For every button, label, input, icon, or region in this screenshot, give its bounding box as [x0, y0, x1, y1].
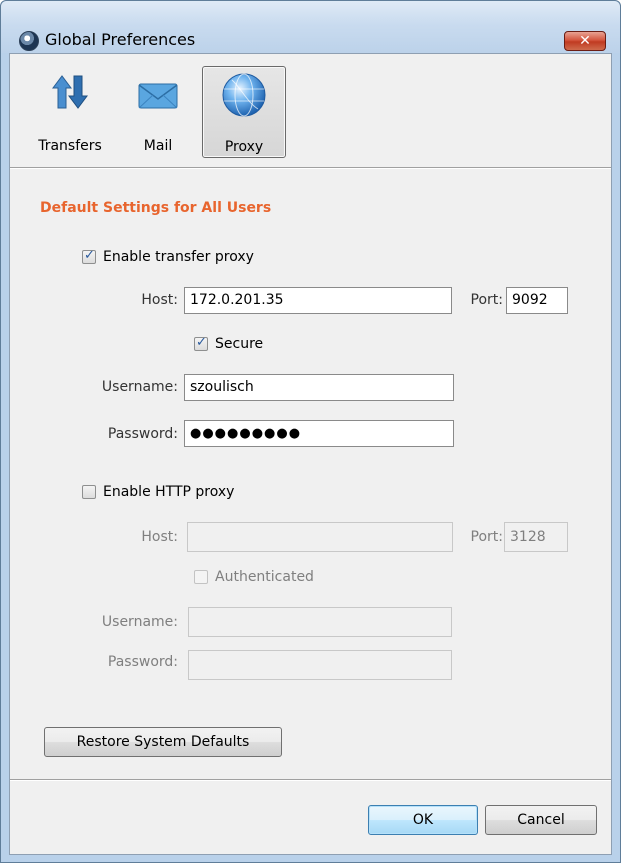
- tab-transfers[interactable]: Transfers: [28, 66, 112, 158]
- http-username-field[interactable]: [188, 607, 452, 637]
- enable-transfer-proxy-label: Enable transfer proxy: [103, 249, 254, 265]
- close-button[interactable]: ✕: [564, 31, 606, 51]
- tab-proxy-label: Proxy: [224, 139, 264, 155]
- tab-proxy[interactable]: Proxy: [202, 66, 286, 158]
- authenticated-checkbox[interactable]: [194, 570, 208, 584]
- tab-transfers-label: Transfers: [38, 138, 102, 154]
- tab-mail-label: Mail: [143, 138, 173, 154]
- transfer-host-field[interactable]: 172.0.201.35: [184, 287, 452, 314]
- transfer-port-label: Port:: [470, 292, 503, 308]
- preferences-toolbar: Transfers Mail Proxy: [10, 54, 611, 167]
- authenticated-row[interactable]: Authenticated: [194, 569, 314, 585]
- secure-row[interactable]: Secure: [194, 335, 264, 352]
- transfer-username-field[interactable]: szoulisch: [184, 374, 454, 401]
- window-title: Global Preferences: [45, 30, 196, 49]
- secure-checkbox[interactable]: [194, 335, 208, 351]
- close-icon: ✕: [579, 33, 591, 49]
- tab-mail[interactable]: Mail: [118, 66, 198, 158]
- globe-icon: [222, 73, 266, 117]
- ok-button[interactable]: OK: [368, 805, 478, 835]
- http-password-label: Password:: [107, 654, 178, 670]
- transfer-arrows-icon: [52, 75, 88, 109]
- app-icon: [19, 31, 39, 51]
- toolbar-divider: [10, 167, 611, 169]
- dialog-body: Transfers Mail Proxy Default Settings fo…: [9, 53, 612, 855]
- transfer-password-field[interactable]: ●●●●●●●●●: [184, 420, 454, 447]
- cancel-button[interactable]: Cancel: [485, 805, 597, 835]
- enable-http-proxy-row[interactable]: Enable HTTP proxy: [82, 484, 234, 500]
- enable-transfer-proxy-checkbox[interactable]: [82, 248, 96, 264]
- transfer-port-field[interactable]: 9092: [506, 287, 568, 314]
- enable-transfer-proxy-row[interactable]: Enable transfer proxy: [82, 248, 254, 265]
- transfer-host-label: Host:: [141, 292, 178, 308]
- http-host-field[interactable]: [187, 522, 453, 552]
- http-username-label: Username:: [101, 614, 178, 630]
- transfer-username-label: Username:: [101, 379, 178, 395]
- http-host-label: Host:: [141, 529, 178, 545]
- footer-divider: [10, 779, 611, 781]
- secure-label: Secure: [215, 336, 264, 352]
- enable-http-proxy-checkbox[interactable]: [82, 485, 96, 499]
- authenticated-label: Authenticated: [215, 569, 314, 585]
- http-password-field[interactable]: [188, 650, 452, 680]
- envelope-icon: [138, 83, 178, 109]
- title-bar[interactable]: Global Preferences ✕: [1, 1, 620, 53]
- enable-http-proxy-label: Enable HTTP proxy: [103, 484, 235, 500]
- restore-defaults-button[interactable]: Restore System Defaults: [44, 727, 282, 757]
- section-title: Default Settings for All Users: [40, 200, 272, 216]
- http-port-field[interactable]: 3128: [504, 522, 568, 552]
- preferences-window: Global Preferences ✕ Transfers Mail Prox…: [0, 0, 621, 863]
- transfer-password-label: Password:: [107, 426, 178, 442]
- http-port-label: Port:: [470, 529, 503, 545]
